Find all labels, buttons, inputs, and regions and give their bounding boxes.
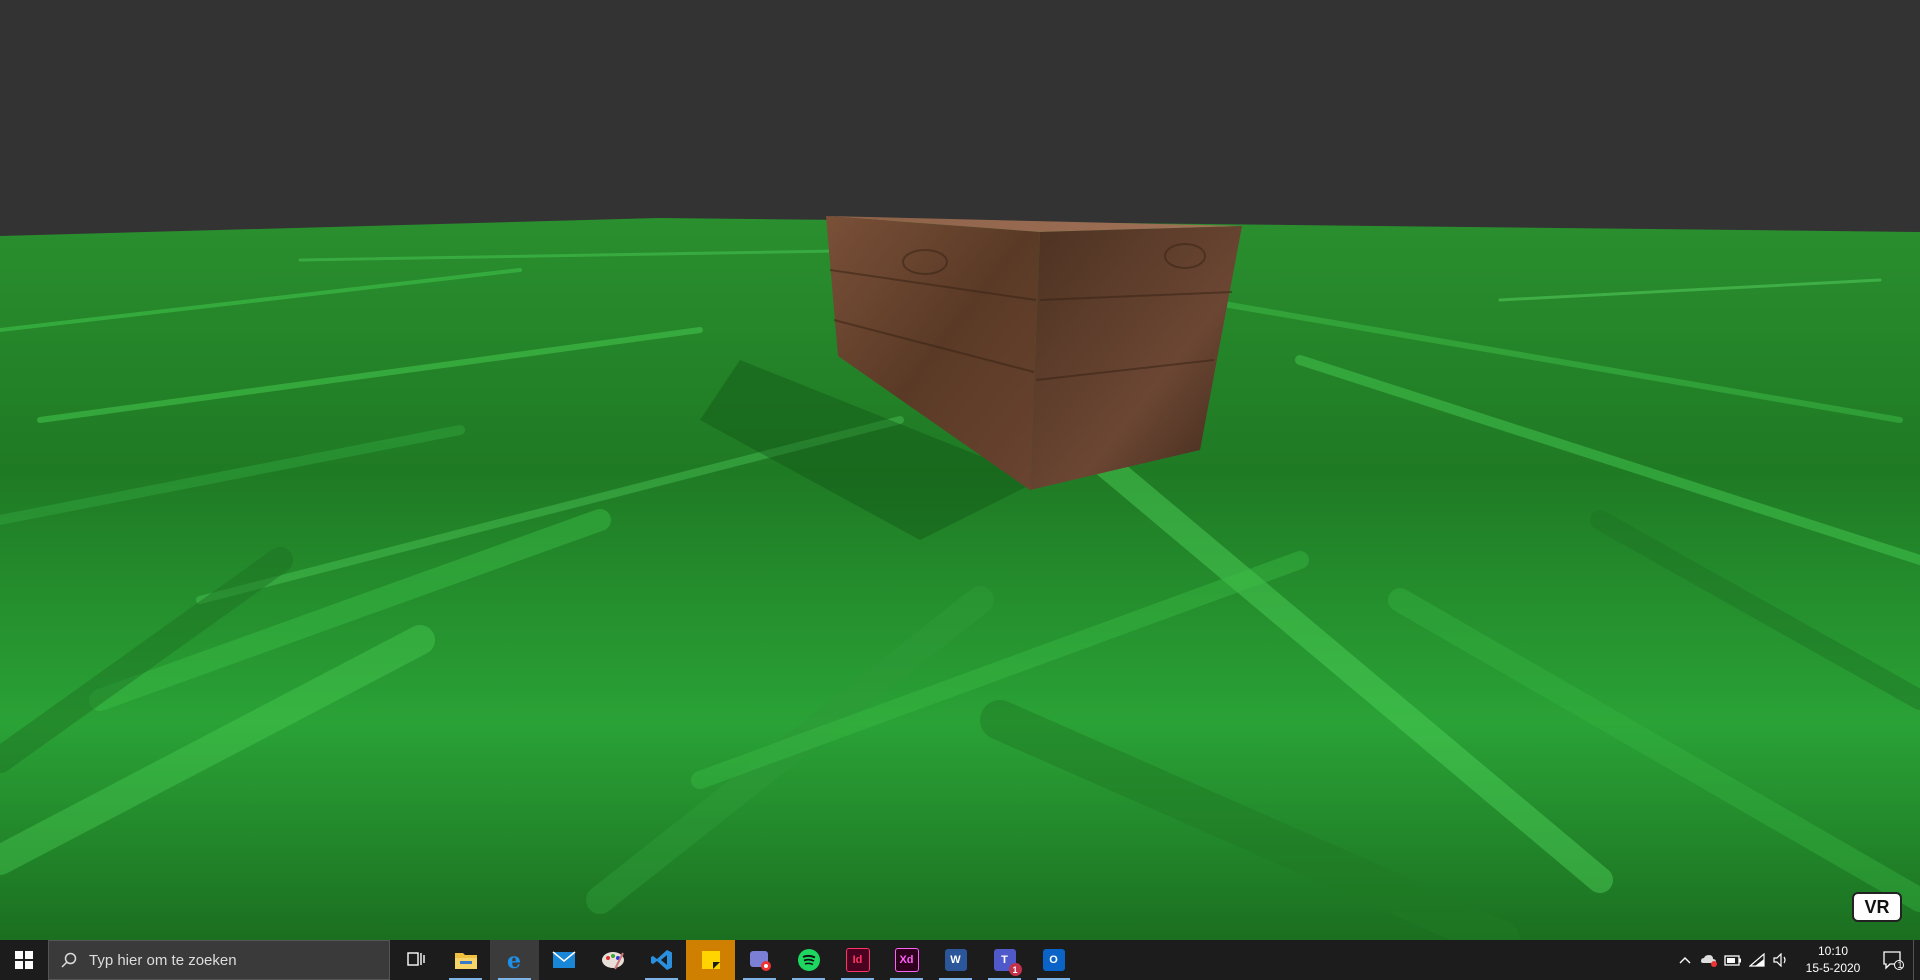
outlook-icon: O bbox=[1042, 949, 1065, 971]
windows-taskbar: Typ hier om te zoeken e Id Xd W T 1 O 10… bbox=[0, 940, 1920, 980]
taskbar-spotify[interactable] bbox=[784, 940, 833, 980]
taskbar-paint[interactable] bbox=[588, 940, 637, 980]
spotify-icon bbox=[797, 949, 820, 971]
vscode-icon bbox=[650, 950, 672, 970]
taskbar-sticky-notes[interactable] bbox=[686, 940, 735, 980]
vr-button[interactable]: VR bbox=[1852, 892, 1902, 922]
teams-icon-label: T bbox=[1001, 954, 1008, 966]
paint-palette-icon bbox=[601, 952, 624, 970]
search-placeholder: Typ hier om te zoeken bbox=[89, 951, 237, 969]
battery-tray-button[interactable] bbox=[1721, 940, 1745, 980]
onedrive-tray-button[interactable] bbox=[1697, 940, 1721, 980]
3d-scene[interactable] bbox=[0, 0, 1920, 940]
taskbar-clock[interactable]: 10:10 15-5-2020 bbox=[1793, 943, 1873, 977]
teams-badge: 1 bbox=[1008, 963, 1022, 976]
start-button[interactable] bbox=[0, 940, 48, 980]
taskbar-mail[interactable] bbox=[539, 940, 588, 980]
webgl-viewport[interactable]: VR bbox=[0, 0, 1920, 940]
clock-date: 15-5-2020 bbox=[1805, 961, 1861, 975]
task-view-icon bbox=[406, 952, 425, 966]
clock-time: 10:10 bbox=[1817, 944, 1849, 958]
taskbar-edge[interactable]: e bbox=[490, 940, 539, 980]
word-icon: W bbox=[944, 949, 967, 971]
battery-icon bbox=[1724, 955, 1741, 966]
taskbar-search-box[interactable]: Typ hier om te zoeken bbox=[48, 940, 390, 980]
taskbar-indesign[interactable]: Id bbox=[833, 940, 882, 980]
taskbar-file-explorer[interactable] bbox=[441, 940, 490, 980]
taskbar-vscode[interactable] bbox=[637, 940, 686, 980]
indesign-icon: Id bbox=[845, 948, 870, 972]
network-tray-button[interactable] bbox=[1745, 940, 1769, 980]
folder-icon bbox=[454, 953, 477, 969]
taskbar-outlook[interactable]: O bbox=[1029, 940, 1078, 980]
wifi-icon bbox=[1749, 953, 1765, 967]
action-center-button[interactable]: 1 bbox=[1873, 940, 1913, 980]
taskbar-snip-sketch[interactable] bbox=[735, 940, 784, 980]
chevron-up-icon bbox=[1679, 957, 1691, 964]
windows-logo-icon bbox=[15, 951, 33, 969]
cloud-error-icon bbox=[1701, 955, 1717, 967]
search-icon bbox=[61, 952, 77, 968]
sticky-notes-icon bbox=[701, 951, 720, 969]
taskbar-word[interactable]: W bbox=[931, 940, 980, 980]
taskbar-apps: e Id Xd W T 1 O bbox=[392, 940, 1078, 980]
teams-icon: T 1 bbox=[993, 949, 1022, 976]
svg-text:e: e bbox=[507, 948, 521, 972]
xd-icon: Xd bbox=[894, 948, 919, 972]
speaker-icon bbox=[1773, 953, 1786, 967]
system-tray: 10:10 15-5-2020 1 bbox=[1673, 940, 1920, 980]
mail-icon bbox=[552, 951, 575, 968]
snip-icon bbox=[749, 951, 771, 971]
taskbar-adobe-xd[interactable]: Xd bbox=[882, 940, 931, 980]
notification-count: 1 bbox=[1897, 960, 1903, 970]
show-hidden-icons-button[interactable] bbox=[1673, 940, 1697, 980]
taskbar-teams[interactable]: T 1 bbox=[980, 940, 1029, 980]
show-desktop-button[interactable] bbox=[1913, 940, 1920, 980]
edge-icon: e bbox=[507, 948, 521, 972]
taskbar-task-view[interactable] bbox=[392, 940, 441, 980]
volume-tray-button[interactable] bbox=[1769, 940, 1793, 980]
